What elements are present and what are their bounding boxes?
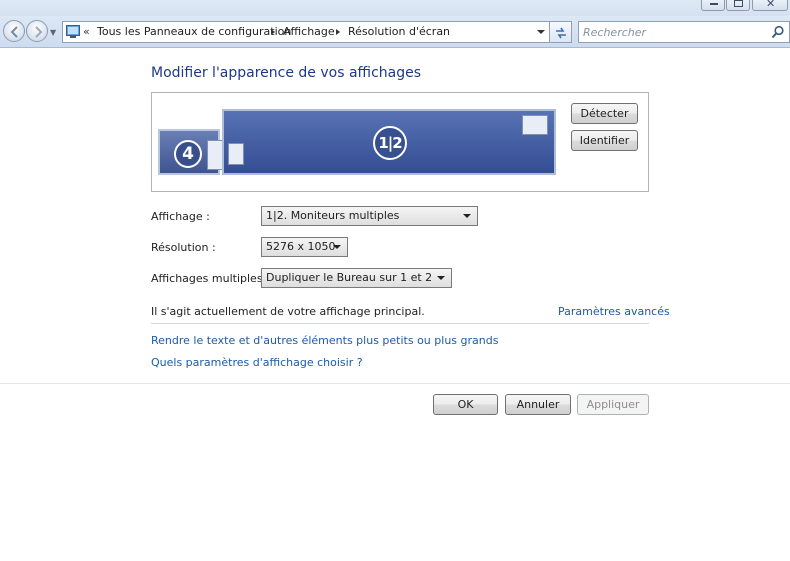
chevron-down-icon xyxy=(333,245,341,249)
address-dropdown-icon[interactable] xyxy=(537,30,545,34)
minimize-icon xyxy=(710,3,718,5)
breadcrumb-control-panel[interactable]: Tous les Panneaux de configuration xyxy=(97,25,291,38)
multiple-displays-select[interactable]: Dupliquer le Bureau sur 1 et 2 xyxy=(261,268,452,288)
resolution-select-value: 5276 x 1050 xyxy=(266,240,336,253)
navigation-bar: ▼ « Tous les Panneaux de configuration A… xyxy=(0,16,790,48)
search-box xyxy=(578,21,790,43)
detect-button[interactable]: Détecter xyxy=(571,103,638,124)
search-icon[interactable] xyxy=(771,25,785,39)
chevron-down-icon xyxy=(437,276,445,280)
resolution-select[interactable]: 5276 x 1050 xyxy=(261,237,348,257)
breadcrumb-display[interactable]: Affichage xyxy=(283,25,335,38)
multiple-displays-label: Affichages multiples : xyxy=(151,272,270,285)
title-bar: ✕ xyxy=(0,0,790,16)
back-button[interactable] xyxy=(3,20,25,42)
close-icon: ✕ xyxy=(766,0,776,10)
monitor-1-2-number: 1|2 xyxy=(373,126,407,160)
text-size-link[interactable]: Rendre le texte et d'autres éléments plu… xyxy=(151,334,498,347)
monitor-1-2[interactable]: 1|2 xyxy=(222,109,556,175)
ok-button[interactable]: OK xyxy=(433,394,498,415)
display-resolution-window: ✕ ▼ « Tous les Panneaux de configuration… xyxy=(0,0,790,561)
breadcrumb-separator-icon[interactable] xyxy=(271,29,275,35)
display-label: Affichage : xyxy=(151,210,210,223)
monitor-4-number: 4 xyxy=(174,140,202,168)
multiple-displays-select-value: Dupliquer le Bureau sur 1 et 2 xyxy=(266,271,433,284)
display-select[interactable]: 1|2. Moniteurs multiples xyxy=(261,206,478,226)
which-settings-link[interactable]: Quels paramètres d'affichage choisir ? xyxy=(151,356,363,369)
display-select-value: 1|2. Moniteurs multiples xyxy=(266,209,400,222)
primary-display-text: Il s'agit actuellement de votre affichag… xyxy=(151,305,425,318)
monitor-window-thumbnail xyxy=(228,143,244,165)
back-arrow-icon xyxy=(10,26,18,38)
identify-button[interactable]: Identifier xyxy=(571,130,638,151)
monitor-window-thumbnail xyxy=(522,115,548,135)
cancel-button[interactable]: Annuler xyxy=(505,394,571,415)
refresh-icon xyxy=(556,27,566,39)
apply-button[interactable]: Appliquer xyxy=(577,394,649,415)
search-input[interactable] xyxy=(583,25,763,39)
advanced-settings-link[interactable]: Paramètres avancés xyxy=(558,305,670,318)
recent-pages-dropdown[interactable]: ▼ xyxy=(50,28,56,37)
monitor-4[interactable]: 4 xyxy=(158,129,223,175)
monitor-4-window-thumbnail xyxy=(207,140,223,170)
divider xyxy=(151,323,649,324)
breadcrumb-separator-icon[interactable] xyxy=(336,29,340,35)
forward-arrow-icon xyxy=(35,26,43,38)
address-overflow[interactable]: « xyxy=(83,25,90,38)
close-button[interactable]: ✕ xyxy=(752,0,788,11)
maximize-icon xyxy=(734,0,743,7)
footer-divider xyxy=(0,383,790,384)
monitor-arrangement-panel: 4 1|2 Détecter Identifier xyxy=(151,92,649,192)
breadcrumb-screen-resolution[interactable]: Résolution d'écran xyxy=(348,25,450,38)
maximize-button[interactable] xyxy=(726,0,750,11)
control-panel-icon xyxy=(66,25,80,38)
address-bar[interactable]: « Tous les Panneaux de configuration Aff… xyxy=(62,21,550,43)
resolution-label: Résolution : xyxy=(151,241,216,254)
chevron-down-icon xyxy=(463,214,471,218)
page-title: Modifier l'apparence de vos affichages xyxy=(151,65,422,81)
forward-button[interactable] xyxy=(26,20,48,42)
refresh-button[interactable] xyxy=(550,21,572,43)
minimize-button[interactable] xyxy=(701,0,725,11)
